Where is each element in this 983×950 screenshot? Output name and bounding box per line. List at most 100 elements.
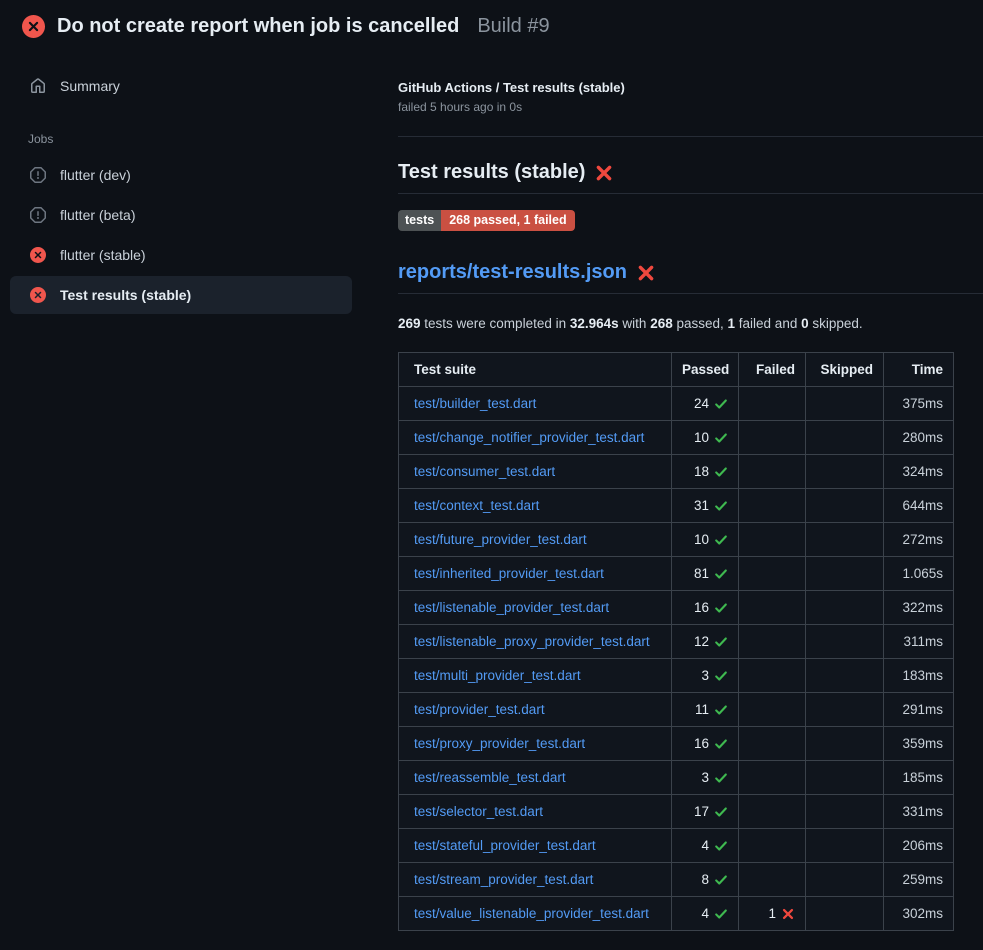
time-cell: 206ms <box>884 829 954 863</box>
time-cell: 259ms <box>884 863 954 897</box>
test-suite-cell: test/builder_test.dart <box>399 387 672 421</box>
test-suite-cell: test/stream_provider_test.dart <box>399 863 672 897</box>
check-icon <box>714 839 728 853</box>
time-cell: 331ms <box>884 795 954 829</box>
passed-count: 3 <box>701 770 709 785</box>
time-cell: 322ms <box>884 591 954 625</box>
sidebar-item-job-3[interactable]: Test results (stable) <box>10 276 352 314</box>
test-suite-link[interactable]: test/listenable_provider_test.dart <box>414 600 609 615</box>
test-suite-cell: test/proxy_provider_test.dart <box>399 727 672 761</box>
failed-x-icon <box>637 264 655 282</box>
time-cell: 311ms <box>884 625 954 659</box>
test-suite-cell: test/listenable_provider_test.dart <box>399 591 672 625</box>
sidebar-item-job-0[interactable]: flutter (dev) <box>10 156 352 194</box>
skipped-cell <box>806 795 884 829</box>
passed-cell: 4 <box>672 829 739 863</box>
passed-cell: 3 <box>672 659 739 693</box>
passed-cell: 81 <box>672 557 739 591</box>
passed-count: 8 <box>701 872 709 887</box>
passed-cell: 10 <box>672 421 739 455</box>
time-cell: 185ms <box>884 761 954 795</box>
test-suite-link[interactable]: test/proxy_provider_test.dart <box>414 736 585 751</box>
failed-count: 1 <box>768 906 776 921</box>
time-cell: 1.065s <box>884 557 954 591</box>
test-suite-link[interactable]: test/value_listenable_provider_test.dart <box>414 906 649 921</box>
home-icon <box>30 78 46 94</box>
section-heading-text: Test results (stable) <box>398 161 585 184</box>
check-icon <box>714 431 728 445</box>
sidebar-item-summary[interactable]: Summary <box>10 68 352 104</box>
test-suite-link[interactable]: test/change_notifier_provider_test.dart <box>414 430 644 445</box>
test-results-table: Test suitePassedFailedSkippedTime test/b… <box>398 352 954 931</box>
failed-cell <box>739 421 806 455</box>
test-suite-cell: test/stateful_provider_test.dart <box>399 829 672 863</box>
column-header-passed: Passed <box>672 353 739 387</box>
time-cell: 291ms <box>884 693 954 727</box>
job-label: Test results (stable) <box>60 287 191 303</box>
job-label: flutter (dev) <box>60 167 131 183</box>
table-row: test/value_listenable_provider_test.dart… <box>399 897 954 931</box>
x-icon <box>781 907 795 921</box>
skipped-cell <box>806 727 884 761</box>
summary-part: 32.964s <box>570 316 619 331</box>
passed-cell: 24 <box>672 387 739 421</box>
time-cell: 324ms <box>884 455 954 489</box>
run-status-text: failed 5 hours ago in 0s <box>398 100 983 114</box>
test-suite-link[interactable]: test/context_test.dart <box>414 498 539 513</box>
sidebar-item-job-1[interactable]: flutter (beta) <box>10 196 352 234</box>
jobs-list: flutter (dev) flutter (beta)flutter (stab… <box>0 156 380 314</box>
test-suite-link[interactable]: test/reassemble_test.dart <box>414 770 566 785</box>
summary-part: 269 <box>398 316 421 331</box>
test-suite-link[interactable]: test/future_provider_test.dart <box>414 532 587 547</box>
table-row: test/future_provider_test.dart10272ms <box>399 523 954 557</box>
check-icon <box>714 669 728 683</box>
test-suite-link[interactable]: test/builder_test.dart <box>414 396 536 411</box>
passed-cell: 8 <box>672 863 739 897</box>
sidebar-item-job-2[interactable]: flutter (stable) <box>10 236 352 274</box>
test-suite-link[interactable]: test/consumer_test.dart <box>414 464 555 479</box>
test-suite-link[interactable]: test/selector_test.dart <box>414 804 543 819</box>
failed-x-icon <box>595 164 613 182</box>
test-suite-link[interactable]: test/listenable_proxy_provider_test.dart <box>414 634 650 649</box>
passed-count: 10 <box>694 430 709 445</box>
summary-part: 1 <box>728 316 736 331</box>
badge-value: 268 passed, 1 failed <box>441 210 574 231</box>
test-suite-cell: test/multi_provider_test.dart <box>399 659 672 693</box>
build-number: Build #9 <box>477 15 549 38</box>
check-icon <box>714 567 728 581</box>
passed-cell: 16 <box>672 727 739 761</box>
test-suite-link[interactable]: test/stream_provider_test.dart <box>414 872 593 887</box>
test-suite-cell: test/listenable_proxy_provider_test.dart <box>399 625 672 659</box>
summary-part: passed, <box>673 316 728 331</box>
summary-part: tests were completed in <box>421 316 570 331</box>
check-icon <box>714 533 728 547</box>
failed-cell <box>739 829 806 863</box>
check-icon <box>714 601 728 615</box>
test-suite-link[interactable]: test/stateful_provider_test.dart <box>414 838 596 853</box>
table-row: test/selector_test.dart17331ms <box>399 795 954 829</box>
check-icon <box>714 499 728 513</box>
passed-cell: 4 <box>672 897 739 931</box>
failed-cell <box>739 863 806 897</box>
test-suite-cell: test/context_test.dart <box>399 489 672 523</box>
skipped-cell <box>806 523 884 557</box>
time-cell: 302ms <box>884 897 954 931</box>
x-circle-icon <box>30 247 46 263</box>
report-file-link[interactable]: reports/test-results.json <box>398 261 627 284</box>
tests-badge[interactable]: tests 268 passed, 1 failed <box>398 210 575 231</box>
check-icon <box>714 873 728 887</box>
table-row: test/stream_provider_test.dart 8 259ms <box>399 863 954 897</box>
passed-count: 18 <box>694 464 709 479</box>
test-suite-cell: test/provider_test.dart <box>399 693 672 727</box>
table-row: test/context_test.dart31644ms <box>399 489 954 523</box>
failed-cell <box>739 489 806 523</box>
skipped-cell <box>806 455 884 489</box>
check-icon <box>714 465 728 479</box>
test-suite-link[interactable]: test/provider_test.dart <box>414 702 545 717</box>
passed-count: 81 <box>694 566 709 581</box>
skipped-cell <box>806 387 884 421</box>
table-row: test/provider_test.dart11291ms <box>399 693 954 727</box>
test-suite-cell: test/reassemble_test.dart <box>399 761 672 795</box>
test-suite-link[interactable]: test/multi_provider_test.dart <box>414 668 581 683</box>
test-suite-link[interactable]: test/inherited_provider_test.dart <box>414 566 604 581</box>
